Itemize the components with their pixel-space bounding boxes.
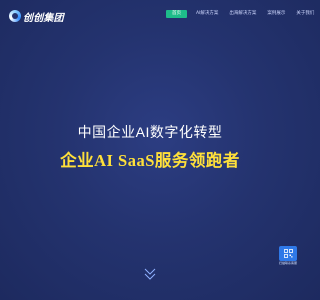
chevrons-down-icon[interactable] [144,266,156,282]
hero-subtitle: 企业AI SaaS服务领跑者 [60,151,240,170]
top-navigation-bar: 创创集团 首页 AI解决方案 出海解决方案 案例展示 关于我们 [0,0,314,30]
nav-item-cases[interactable]: 案例展示 [265,10,287,18]
nav-item-overseas-solutions[interactable]: 出海解决方案 [227,10,258,18]
brand-logo[interactable]: 创创集团 [9,9,64,24]
hero-title: 中国企业AI数字化转型 [77,124,223,140]
contact-widget[interactable]: 扫描联系客服 [278,246,298,272]
qr-caption: 扫描联系客服 [278,261,297,265]
nav-item-about[interactable]: 关于我们 [294,10,316,18]
circle-logo-icon [9,10,21,22]
qr-code-icon [283,249,293,258]
brand-name: 创创集团 [23,12,64,24]
nav-item-home[interactable]: 首页 [166,10,187,18]
nav-item-ai-solutions[interactable]: AI解决方案 [194,10,220,18]
qr-code-button[interactable] [279,246,297,261]
main-nav: 首页 AI解决方案 出海解决方案 案例展示 关于我们 [166,10,316,18]
